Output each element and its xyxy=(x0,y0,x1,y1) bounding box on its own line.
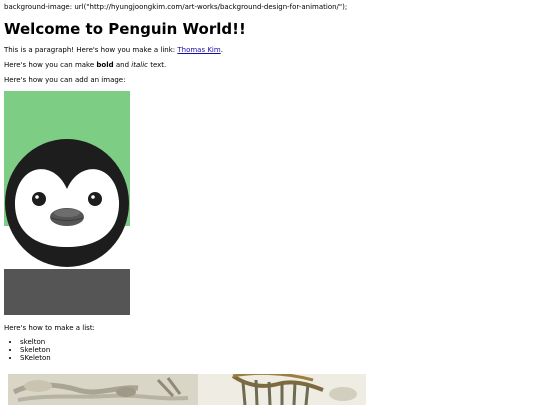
list-item: skelton xyxy=(20,338,51,346)
formatting-paragraph-end: text. xyxy=(147,61,167,69)
penguin-image xyxy=(4,91,130,315)
skeleton-image xyxy=(8,374,366,405)
list-item: SKeleton xyxy=(20,354,51,362)
skeleton-list: skelton Skeleton SKeleton xyxy=(4,338,51,362)
formatting-paragraph-and: and xyxy=(113,61,132,69)
background-image-code-line: background-image: url("http://hyungjoong… xyxy=(4,3,348,11)
list-paragraph: Here's how to make a list: xyxy=(4,324,95,332)
link-paragraph: This is a paragraph! Here's how you make… xyxy=(4,46,223,55)
image-paragraph: Here's how you can add an image: xyxy=(4,76,126,84)
link-paragraph-text: This is a paragraph! Here's how you make… xyxy=(4,46,178,54)
italic-text: italic xyxy=(131,61,148,69)
bold-text: bold xyxy=(96,61,114,69)
list-item: Skeleton xyxy=(20,346,51,354)
link-paragraph-end: . xyxy=(220,46,223,54)
formatting-paragraph-text: Here's how you can make xyxy=(4,61,97,69)
page-title: Welcome to Penguin World!! xyxy=(4,20,246,38)
thomas-kim-link[interactable]: Thomas Kim xyxy=(177,46,220,54)
formatting-paragraph: Here's how you can make bold and italic … xyxy=(4,61,166,70)
